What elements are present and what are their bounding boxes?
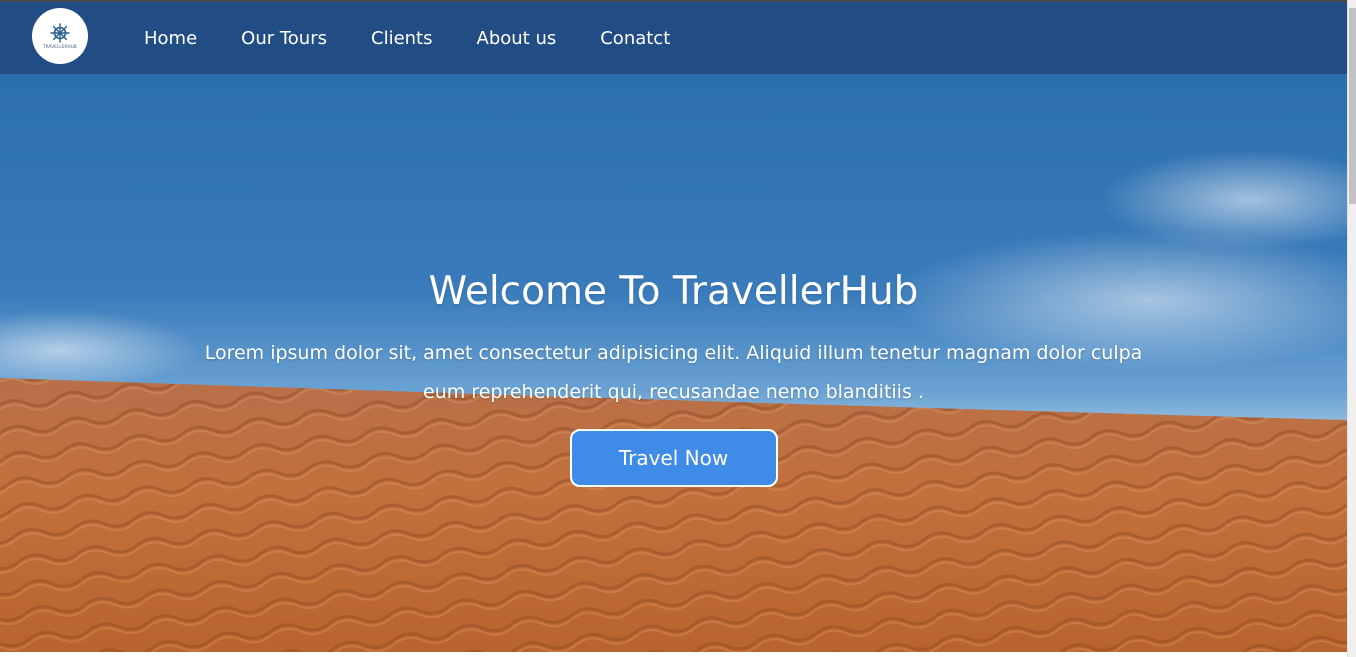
scrollbar-thumb[interactable] (1349, 8, 1356, 204)
nav-link-clients[interactable]: Clients (371, 28, 433, 49)
nav-link-about-us[interactable]: About us (477, 28, 557, 49)
nav-menu: Home Our Tours Clients About us Conatct (144, 2, 714, 74)
hero-title: Welcome To TravellerHub (428, 269, 919, 314)
nav-link-our-tours[interactable]: Our Tours (241, 28, 327, 49)
travel-now-button[interactable]: Travel Now (569, 429, 778, 487)
nav-link-contact[interactable]: Conatct (600, 28, 670, 49)
logo[interactable]: TRAVELLERHUB (32, 8, 88, 64)
page-bottom-edge (0, 652, 1347, 657)
page: TRAVELLERHUB Home Our Tours Clients Abou… (0, 0, 1356, 657)
vertical-scrollbar[interactable] (1347, 0, 1356, 657)
logo-caption: TRAVELLERHUB (43, 44, 77, 49)
hero-description: Lorem ipsum dolor sit, amet consectetur … (204, 342, 1143, 403)
ship-wheel-icon (50, 23, 70, 43)
hero-content: Welcome To TravellerHub Lorem ipsum dolo… (0, 262, 1347, 487)
nav-link-home[interactable]: Home (144, 28, 197, 49)
navbar: TRAVELLERHUB Home Our Tours Clients Abou… (0, 2, 1347, 74)
